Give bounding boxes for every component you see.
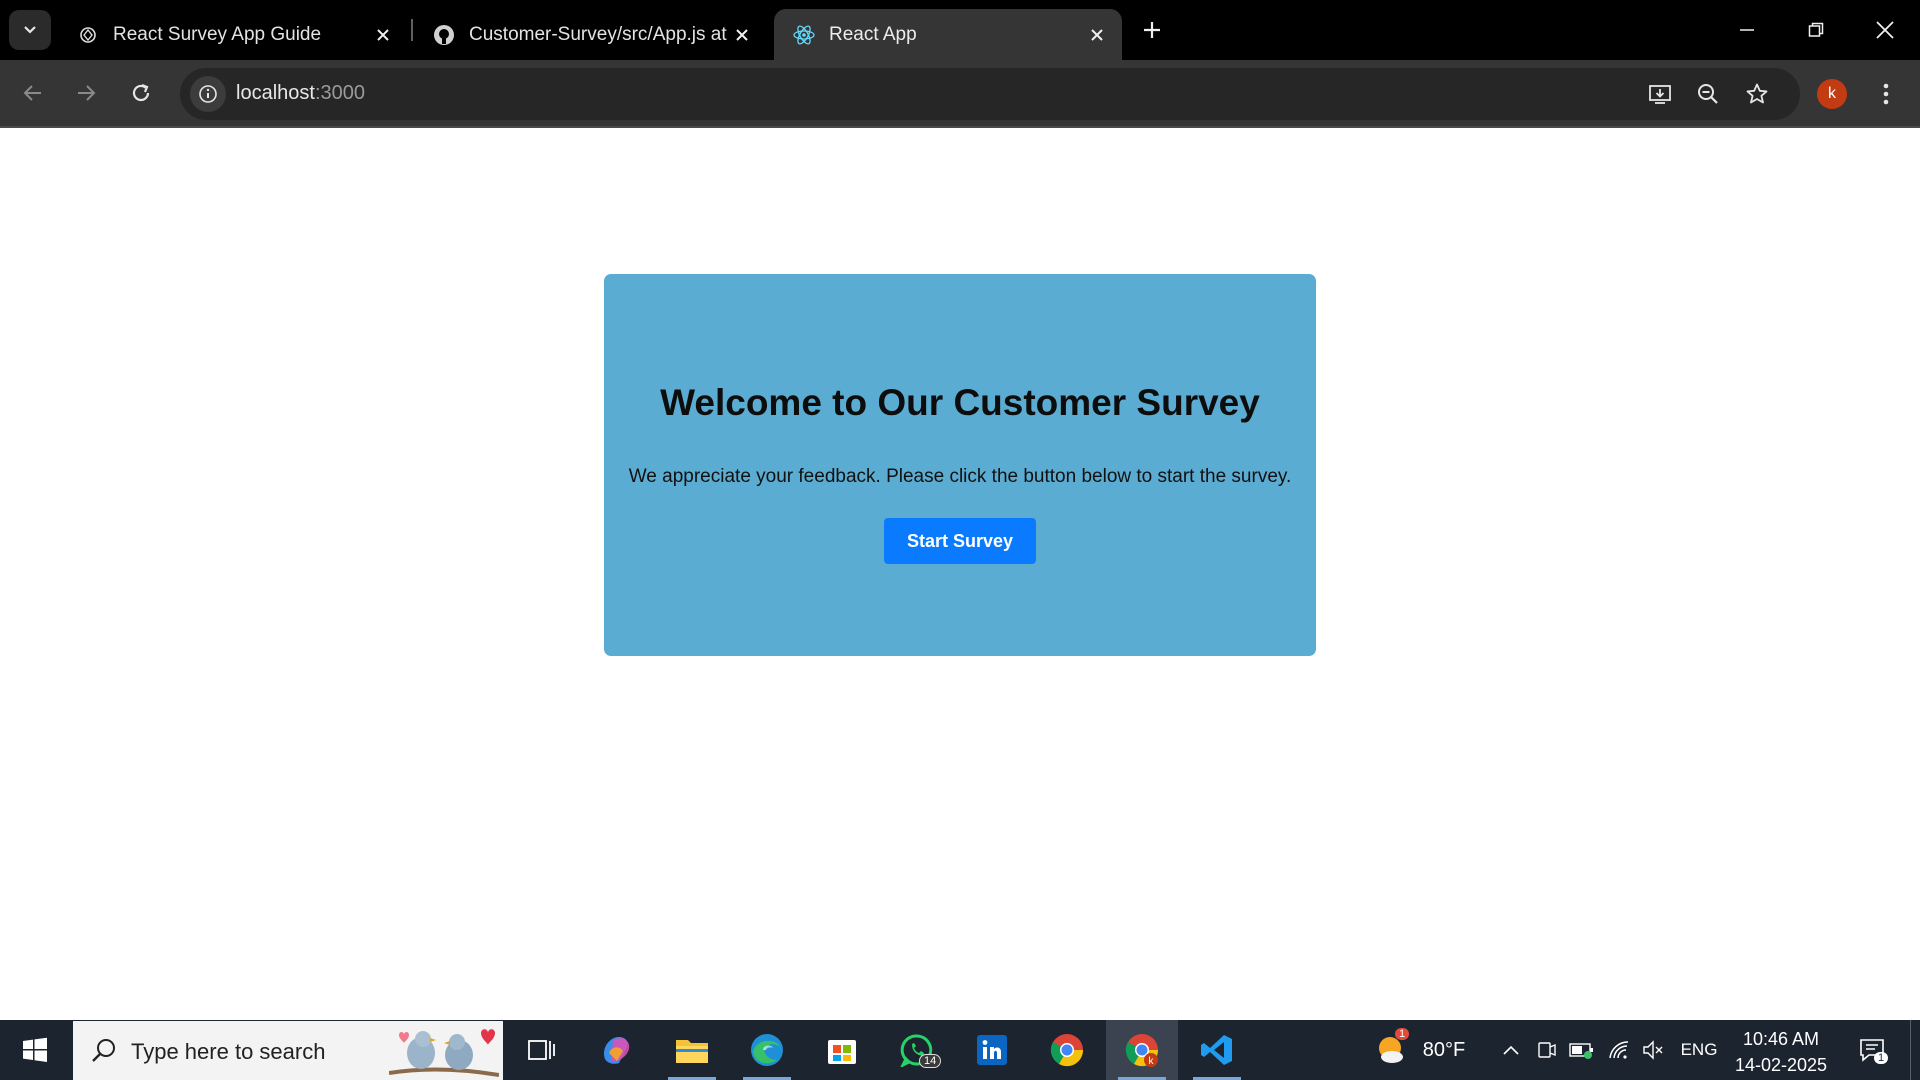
tab-search-button[interactable] — [9, 10, 51, 50]
windows-logo-icon — [23, 1037, 47, 1062]
tab-github-app-js[interactable]: Customer-Survey/src/App.js at main — [414, 9, 770, 60]
tab-separator — [411, 19, 413, 41]
browser-toolbar: localhost:3000 k — [0, 60, 1920, 128]
weather-badge: 1 — [1395, 1028, 1410, 1040]
birds-illustration-icon — [389, 1029, 499, 1077]
tab-title: React App — [829, 23, 917, 45]
copilot-app[interactable] — [580, 1020, 652, 1080]
notification-count: 1 — [1874, 1052, 1889, 1064]
chevron-up-icon — [1503, 1045, 1519, 1055]
copilot-icon — [603, 1037, 630, 1064]
github-icon — [433, 24, 455, 46]
whatsapp-app[interactable]: 14 — [881, 1020, 953, 1080]
language-indicator[interactable]: ENG — [1676, 1020, 1722, 1080]
linkedin-icon — [977, 1035, 1007, 1065]
clock-date: 14-02-2025 — [1734, 1055, 1828, 1075]
task-view-icon — [528, 1040, 555, 1060]
windows-taskbar: Type here to search 14 k 1 80°F ENG 10:4… — [0, 1020, 1920, 1080]
star-icon — [1746, 83, 1768, 104]
chrome-app[interactable] — [1031, 1020, 1103, 1080]
url-host: localhost — [236, 82, 315, 104]
zoom-out-icon — [1698, 84, 1718, 104]
wifi-button[interactable] — [1604, 1020, 1634, 1080]
clock-time: 10:46 AM — [1742, 1029, 1820, 1049]
new-tab-button[interactable] — [1138, 16, 1166, 44]
wifi-icon — [1609, 1041, 1629, 1059]
task-view-button[interactable] — [505, 1020, 577, 1080]
taskbar-search[interactable]: Type here to search — [73, 1021, 503, 1080]
linkedin-app[interactable] — [956, 1020, 1028, 1080]
chrome-icon — [1050, 1034, 1084, 1067]
tab-strip: React Survey App Guide Customer-Survey/s… — [0, 0, 1920, 60]
zoom-button[interactable] — [1690, 76, 1726, 112]
show-desktop-button[interactable] — [1910, 1020, 1920, 1080]
tab-react-survey-guide[interactable]: React Survey App Guide — [58, 9, 408, 60]
notifications-button[interactable]: 1 — [1852, 1020, 1892, 1080]
back-button[interactable] — [15, 75, 51, 111]
minimize-button[interactable] — [1724, 10, 1770, 50]
file-explorer-app[interactable] — [656, 1020, 728, 1080]
folder-icon — [676, 1040, 708, 1063]
arrow-left-icon — [23, 85, 41, 101]
tab-title: Customer-Survey/src/App.js at main — [469, 23, 729, 45]
site-info-button[interactable] — [190, 76, 226, 112]
page-viewport: Welcome to Our Customer Survey We apprec… — [0, 130, 1920, 1020]
volume-button[interactable] — [1638, 1020, 1668, 1080]
address-bar[interactable]: localhost:3000 — [180, 68, 1800, 120]
clock[interactable]: 10:46 AM 14-02-2025 — [1726, 1026, 1836, 1078]
openai-icon — [77, 24, 99, 46]
forward-button[interactable] — [68, 75, 104, 111]
close-tab-icon[interactable] — [729, 22, 755, 48]
close-tab-icon[interactable] — [370, 22, 396, 48]
bookmark-button[interactable] — [1739, 76, 1775, 112]
info-icon — [199, 85, 217, 103]
meet-now-button[interactable] — [1532, 1020, 1562, 1080]
chevron-down-icon — [24, 26, 36, 34]
search-icon — [92, 1039, 115, 1062]
edge-app[interactable] — [731, 1020, 803, 1080]
chrome-profile-app[interactable]: k — [1106, 1020, 1178, 1080]
close-icon — [1876, 21, 1894, 39]
start-survey-button[interactable]: Start Survey — [884, 518, 1036, 564]
install-app-button[interactable] — [1642, 76, 1678, 112]
kebab-menu-icon — [1883, 83, 1889, 105]
store-icon — [828, 1040, 856, 1064]
chrome-profile-icon: k — [1125, 1034, 1159, 1067]
reload-button[interactable] — [123, 75, 159, 111]
arrow-right-icon — [78, 85, 96, 101]
tab-react-app[interactable]: React App — [774, 9, 1122, 60]
close-window-button[interactable] — [1862, 10, 1908, 50]
battery-button[interactable] — [1566, 1020, 1598, 1080]
install-icon — [1649, 85, 1671, 104]
vscode-app[interactable] — [1181, 1020, 1253, 1080]
url-text[interactable]: localhost:3000 — [236, 82, 365, 105]
tab-title: React Survey App Guide — [113, 23, 322, 45]
camera-icon — [1538, 1042, 1556, 1058]
react-icon — [793, 24, 815, 46]
page-title: Welcome to Our Customer Survey — [660, 382, 1260, 423]
reload-icon — [132, 83, 150, 102]
browser-menu-button[interactable] — [1870, 76, 1902, 112]
minimize-icon — [1740, 29, 1754, 31]
welcome-card: Welcome to Our Customer Survey We apprec… — [604, 274, 1316, 656]
close-tab-icon[interactable] — [1084, 22, 1110, 48]
whatsapp-badge: 14 — [919, 1054, 942, 1068]
vscode-icon — [1201, 1035, 1232, 1065]
show-hidden-icons-button[interactable] — [1496, 1020, 1526, 1080]
profile-avatar[interactable]: k — [1817, 79, 1847, 109]
restore-icon — [1808, 22, 1824, 37]
weather-widget[interactable]: 1 — [1372, 1020, 1412, 1080]
restore-button[interactable] — [1793, 10, 1839, 50]
edge-icon — [751, 1034, 783, 1066]
start-button[interactable] — [0, 1020, 70, 1080]
volume-muted-icon — [1643, 1040, 1663, 1060]
microsoft-store-app[interactable] — [806, 1020, 878, 1080]
url-port: :3000 — [314, 82, 365, 104]
search-placeholder: Type here to search — [131, 1039, 326, 1064]
welcome-description: We appreciate your feedback. Please clic… — [628, 466, 1292, 487]
plus-icon — [1144, 22, 1160, 38]
battery-charging-icon — [1569, 1043, 1593, 1059]
weather-temp[interactable]: 80°F — [1416, 1020, 1472, 1080]
